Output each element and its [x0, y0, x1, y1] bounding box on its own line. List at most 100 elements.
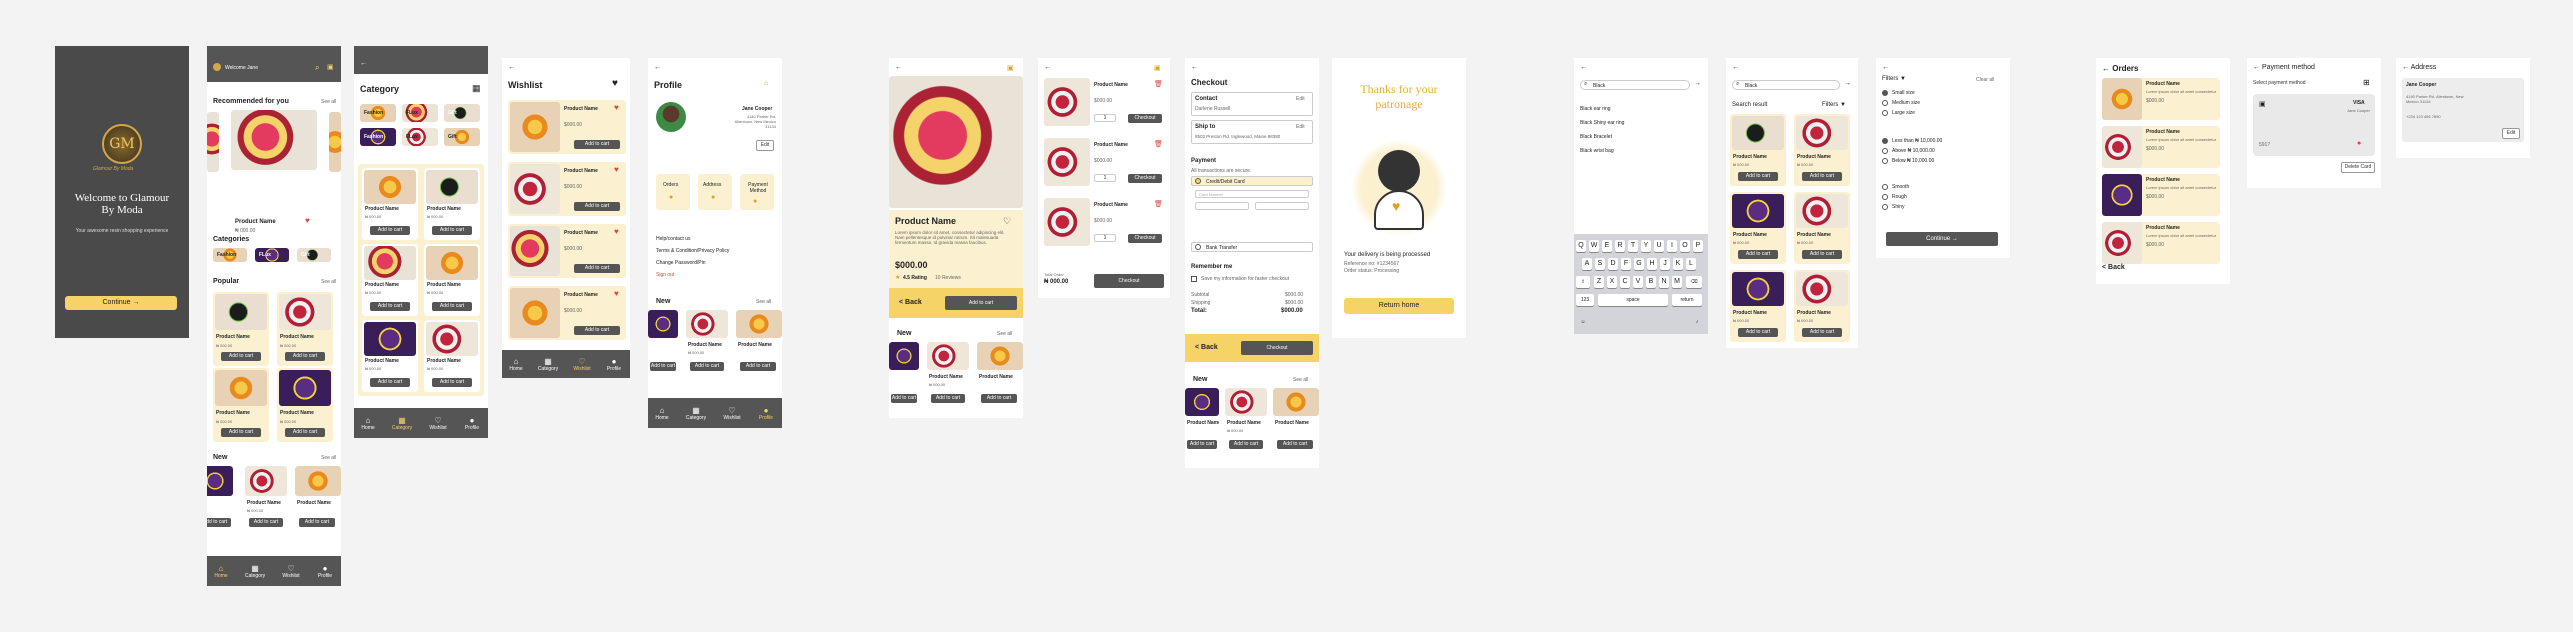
emoji-icon[interactable]: ☺: [1578, 316, 1588, 328]
quantity-stepper[interactable]: 1: [1094, 174, 1116, 182]
quantity-stepper[interactable]: 1: [1094, 114, 1116, 122]
key-b[interactable]: B: [1646, 276, 1656, 288]
add-to-cart-button[interactable]: Add to cart: [574, 326, 620, 335]
search-input[interactable]: ⌕ Black: [1580, 80, 1690, 90]
add-to-cart-button[interactable]: Add to cart: [574, 202, 620, 211]
add-to-cart-button[interactable]: Add to cart: [981, 394, 1017, 403]
return-key[interactable]: return: [1672, 294, 1702, 306]
terms-link[interactable]: Terms & Condition/Privacy Policy: [656, 248, 729, 254]
heart-icon[interactable]: ♥: [614, 227, 619, 236]
space-key[interactable]: space: [1598, 294, 1668, 306]
heart-icon[interactable]: ♥: [614, 165, 619, 174]
see-all-link[interactable]: See all: [1293, 377, 1308, 383]
back-arrow-icon[interactable]: ←: [654, 64, 661, 71]
add-to-cart-button[interactable]: Add to cart: [1187, 440, 1217, 449]
help-link[interactable]: Help/contact us: [656, 236, 690, 242]
add-to-cart-button[interactable]: Add to cart: [690, 362, 724, 371]
product-card[interactable]: Product Name ₦ 000.00 Add to cart: [362, 168, 418, 240]
back-arrow-icon[interactable]: ←: [1580, 64, 1587, 71]
return-home-button[interactable]: Return home: [1344, 298, 1454, 314]
add-to-cart-button[interactable]: Add to cart: [299, 518, 335, 527]
nav-profile[interactable]: ● Profile: [460, 416, 484, 431]
back-arrow-icon[interactable]: ←: [2253, 64, 2260, 71]
add-to-cart-button[interactable]: Add to cart: [931, 394, 965, 403]
add-to-cart-button[interactable]: Add to cart: [370, 226, 410, 235]
nav-category[interactable]: ▦ Category: [390, 416, 414, 431]
product-card[interactable]: Product Name ₦ 000.00 Add to cart: [1794, 270, 1850, 342]
category-chip[interactable]: Fashion: [360, 104, 396, 122]
nav-home[interactable]: ⌂ Home: [356, 416, 380, 431]
key-t[interactable]: T: [1628, 240, 1638, 252]
trash-icon[interactable]: 🗑: [1154, 80, 1163, 88]
category-chip[interactable]: Gift: [297, 248, 331, 262]
nav-home[interactable]: ⌂ Home: [650, 406, 674, 421]
add-to-cart-button[interactable]: Add to cart: [221, 428, 261, 437]
continue-button[interactable]: Continue →: [65, 296, 177, 310]
heart-icon[interactable]: ♥: [614, 289, 619, 298]
product-card[interactable]: Product Name Add to cart: [736, 310, 782, 376]
key-e[interactable]: E: [1602, 240, 1612, 252]
nav-category[interactable]: ▦ Category: [536, 357, 560, 372]
wishlist-item[interactable]: Product Name ♥ $000.00 Add to cart: [508, 224, 626, 278]
see-all-link[interactable]: See all: [321, 455, 336, 461]
product-card[interactable]: Product Name ₦ 000.00 Add to cart: [927, 342, 969, 408]
payment-card[interactable]: ▣ VISA Jane Cooper 5917 ●: [2253, 94, 2375, 156]
address-tile[interactable]: Address ●: [698, 174, 732, 210]
product-card[interactable]: Product Name ₦ 000.00 Add to cart: [1730, 192, 1786, 264]
add-to-cart-button[interactable]: Add to cart: [432, 226, 472, 235]
add-to-cart-button[interactable]: Add to cart: [945, 296, 1017, 310]
back-arrow-icon[interactable]: ←: [360, 60, 367, 67]
add-to-cart-button[interactable]: Add to cart: [1738, 172, 1778, 181]
card-cvv-input[interactable]: [1255, 202, 1309, 210]
product-card[interactable]: Product Name ₦ 000.00 Add to cart: [424, 244, 480, 316]
wishlist-item[interactable]: Product Name ♥ $000.00 Add to cart: [508, 162, 626, 216]
key-o[interactable]: O: [1680, 240, 1690, 252]
suggestion-item[interactable]: Black ear ring: [1580, 106, 1611, 112]
filters-link[interactable]: Filters ▼: [1822, 102, 1846, 108]
credit-card-option[interactable]: Credit/Debit Card: [1191, 176, 1313, 186]
product-card[interactable]: Product Name Add to cart: [1273, 388, 1319, 454]
price-radio[interactable]: [1882, 158, 1888, 164]
add-to-cart-button[interactable]: Add to cart: [207, 518, 231, 527]
key-u[interactable]: U: [1654, 240, 1664, 252]
edit-button[interactable]: Edit: [2502, 128, 2520, 139]
trash-icon[interactable]: 🗑: [1154, 140, 1163, 148]
shift-key[interactable]: ⇧: [1576, 276, 1590, 288]
product-card[interactable]: Product Name ₦ 000.00 Add to cart: [277, 292, 333, 366]
change-password-link[interactable]: Change Password/Pin: [656, 260, 705, 266]
bank-transfer-option[interactable]: Bank Transfer: [1191, 242, 1313, 252]
product-card[interactable]: Product Name ₦ 000.00 Add to cart: [362, 320, 418, 392]
see-all-link[interactable]: See all: [321, 279, 336, 285]
category-chip[interactable]: FLux: [402, 128, 438, 146]
key-p[interactable]: P: [1693, 240, 1703, 252]
key-h[interactable]: H: [1647, 258, 1657, 270]
category-chip[interactable]: Gift: [444, 128, 480, 146]
key-s[interactable]: S: [1595, 258, 1605, 270]
back-arrow-icon[interactable]: ←: [1882, 64, 1889, 71]
key-f[interactable]: F: [1621, 258, 1631, 270]
product-card[interactable]: Product Name ₦ 000.00 Add to cart: [1225, 388, 1267, 454]
add-to-cart-button[interactable]: Add to cart: [249, 518, 283, 527]
bell-icon[interactable]: ⌂: [764, 80, 768, 87]
back-button[interactable]: < Back: [2102, 264, 2125, 271]
cart-icon[interactable]: ▣: [1007, 64, 1014, 72]
key-r[interactable]: R: [1615, 240, 1625, 252]
product-card[interactable]: Product Name Add to cart: [977, 342, 1023, 408]
category-chip[interactable]: Fashion: [360, 128, 396, 146]
key-m[interactable]: M: [1672, 276, 1682, 288]
add-to-cart-button[interactable]: Add to cart: [1802, 328, 1842, 337]
nav-category[interactable]: ▦ Category: [684, 406, 708, 421]
category-chip[interactable]: FLux: [402, 104, 438, 122]
clear-all-link[interactable]: Clear all: [1976, 77, 1994, 83]
trash-icon[interactable]: 🗑: [1154, 200, 1163, 208]
nav-category[interactable]: ▦ Category: [243, 564, 267, 579]
key-x[interactable]: X: [1607, 276, 1617, 288]
backspace-key[interactable]: ⌫: [1686, 276, 1702, 288]
heart-icon[interactable]: ♥: [614, 103, 619, 112]
price-radio[interactable]: [1882, 148, 1888, 154]
add-to-cart-button[interactable]: Add to cart: [370, 378, 410, 387]
key-y[interactable]: Y: [1641, 240, 1651, 252]
back-button[interactable]: < Back: [1195, 344, 1218, 351]
forward-arrow-icon[interactable]: →: [1844, 80, 1851, 87]
search-input[interactable]: ⌕ Black: [1732, 80, 1840, 90]
